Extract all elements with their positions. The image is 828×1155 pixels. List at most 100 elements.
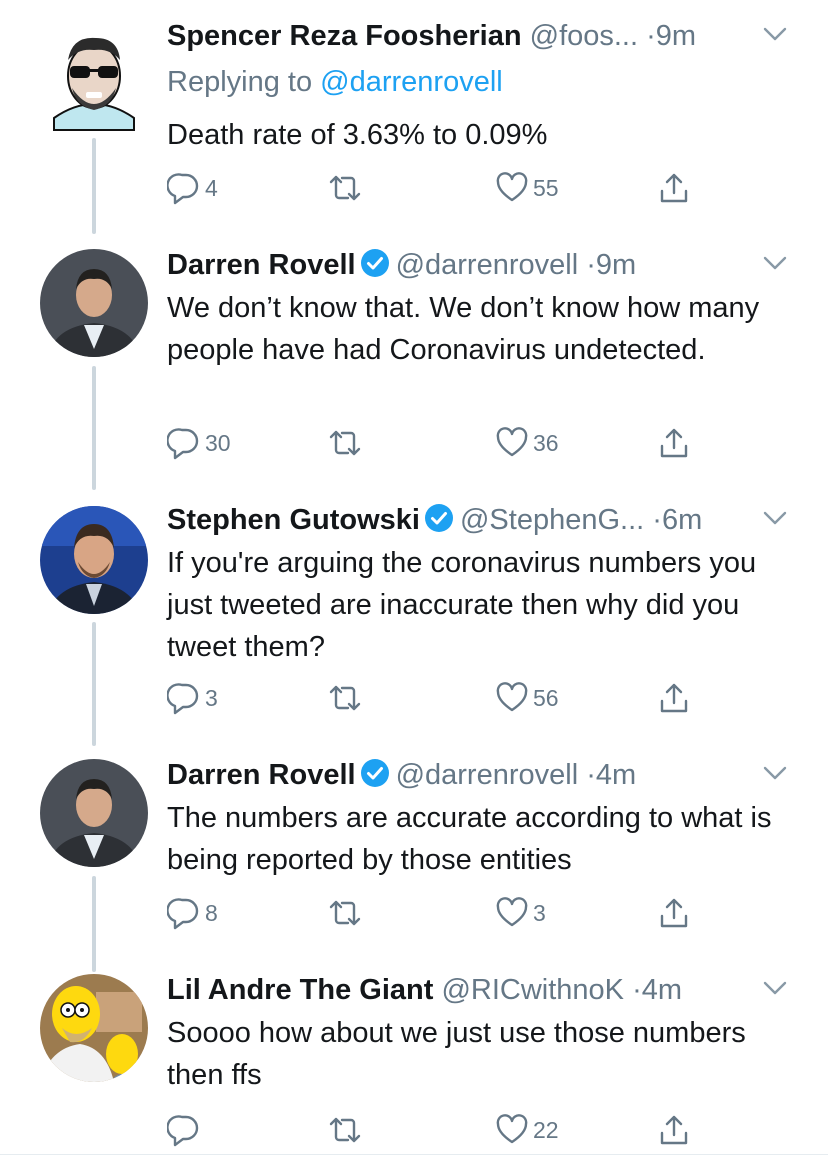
reply-button[interactable]: 8 <box>167 893 218 933</box>
reply-icon <box>167 683 199 715</box>
avatar-photo <box>40 506 148 614</box>
share-icon <box>660 428 688 458</box>
tweet-text: Soooo how about we just use those number… <box>167 1017 746 1091</box>
reply-button[interactable]: 4 <box>167 168 218 208</box>
reply-button[interactable]: 3 <box>167 678 218 718</box>
heart-icon <box>496 427 528 457</box>
tweet[interactable]: Stephen Gutowski @StephenG... ·6m If you'… <box>0 500 828 756</box>
reply-icon <box>167 1115 199 1147</box>
tweet-text: Death rate of 3.63% to 0.09% <box>167 119 548 151</box>
share-button[interactable] <box>657 1110 691 1150</box>
author-name[interactable]: Spencer Reza Foosherian <box>167 20 522 52</box>
like-button[interactable]: 3 <box>495 893 546 933</box>
avatar[interactable] <box>40 249 148 357</box>
author-name[interactable]: Darren Rovell <box>167 249 356 281</box>
retweet-button[interactable] <box>327 423 367 463</box>
retweet-icon <box>329 1117 361 1143</box>
like-count: 36 <box>533 429 559 456</box>
tweet-actions: 30 36 <box>167 423 707 463</box>
share-button[interactable] <box>657 893 691 933</box>
share-icon <box>660 1115 688 1145</box>
tweet-text: We don’t know that. We don’t know how ma… <box>167 292 760 366</box>
tweet-header: Darren Rovell @darrenrovell ·9m <box>167 245 777 285</box>
like-button[interactable]: 36 <box>495 423 559 463</box>
retweet-button[interactable] <box>327 168 367 208</box>
avatar-cartoon-image <box>40 974 148 1082</box>
replying-to-link[interactable]: @darrenrovell <box>320 66 503 98</box>
like-count: 56 <box>533 684 559 711</box>
like-count: 3 <box>533 899 546 926</box>
avatar-cartoon-image <box>53 37 135 131</box>
reply-count: 3 <box>205 684 218 711</box>
like-button[interactable]: 56 <box>495 678 559 718</box>
tweet-actions: 3 56 <box>167 678 707 718</box>
like-button[interactable]: 22 <box>495 1110 559 1150</box>
share-icon <box>660 173 688 203</box>
share-button[interactable] <box>657 423 691 463</box>
tweet[interactable]: Darren Rovell @darrenrovell ·9m We don’t … <box>0 245 828 501</box>
timestamp[interactable]: 6m <box>662 504 702 536</box>
verified-badge-icon <box>360 248 390 289</box>
heart-icon <box>496 682 528 712</box>
like-count: 22 <box>533 1116 559 1143</box>
reply-count: 4 <box>205 174 218 201</box>
avatar[interactable] <box>40 506 148 614</box>
author-name[interactable]: Darren Rovell <box>167 759 356 791</box>
tweet-actions: 4 55 <box>167 168 707 208</box>
author-handle[interactable]: @darrenrovell <box>396 249 579 281</box>
chevron-down-icon[interactable] <box>762 980 788 1001</box>
author-handle[interactable]: @darrenrovell <box>396 759 579 791</box>
timestamp[interactable]: 9m <box>596 249 636 281</box>
separator-dot: · <box>586 249 596 281</box>
timestamp[interactable]: 4m <box>596 759 636 791</box>
retweet-icon <box>329 900 361 926</box>
avatar[interactable] <box>40 759 148 867</box>
retweet-button[interactable] <box>327 893 367 933</box>
replying-to-label: Replying to <box>167 66 321 98</box>
chevron-down-icon[interactable] <box>762 26 788 47</box>
avatar-photo <box>40 759 148 867</box>
tweet[interactable]: Spencer Reza Foosherian @foos... ·9m Rep… <box>0 0 828 245</box>
retweet-button[interactable] <box>327 678 367 718</box>
avatar[interactable] <box>40 974 148 1082</box>
retweet-icon <box>329 175 361 201</box>
chevron-down-icon[interactable] <box>762 510 788 531</box>
tweet[interactable]: Lil Andre The Giant @RICwithnoK ·4m Sooo… <box>0 970 828 1155</box>
reply-count: 8 <box>205 899 218 926</box>
share-button[interactable] <box>657 168 691 208</box>
replying-to: Replying to @darrenrovell <box>167 62 503 102</box>
timestamp[interactable]: 9m <box>656 20 696 52</box>
tweet-header: Spencer Reza Foosherian @foos... ·9m <box>167 16 777 56</box>
share-button[interactable] <box>657 678 691 718</box>
tweet-actions: 8 3 <box>167 893 707 933</box>
tweet-header: Darren Rovell @darrenrovell ·4m <box>167 755 777 795</box>
separator-dot: · <box>652 504 662 536</box>
chevron-down-icon[interactable] <box>762 255 788 276</box>
retweet-icon <box>329 430 361 456</box>
verified-badge-icon <box>424 503 454 544</box>
reply-button[interactable]: 30 <box>167 423 231 463</box>
retweet-icon <box>329 685 361 711</box>
tweet-text: The numbers are accurate according to wh… <box>167 802 772 876</box>
heart-icon <box>496 897 528 927</box>
avatar[interactable] <box>40 26 148 134</box>
like-button[interactable]: 55 <box>495 168 559 208</box>
author-handle[interactable]: @StephenG... <box>460 504 644 536</box>
reply-icon <box>167 898 199 930</box>
timestamp[interactable]: 4m <box>642 974 682 1006</box>
share-icon <box>660 898 688 928</box>
chevron-down-icon[interactable] <box>762 765 788 786</box>
tweet[interactable]: Darren Rovell @darrenrovell ·4m The numbe… <box>0 755 828 970</box>
reply-count: 30 <box>205 429 231 456</box>
tweet-header: Lil Andre The Giant @RICwithnoK ·4m <box>167 970 777 1010</box>
author-name[interactable]: Stephen Gutowski <box>167 504 420 536</box>
author-handle[interactable]: @RICwithnoK <box>441 974 624 1006</box>
separator-dot: · <box>646 20 656 52</box>
retweet-button[interactable] <box>327 1110 367 1150</box>
verified-badge-icon <box>360 758 390 799</box>
heart-icon <box>496 172 528 202</box>
share-icon <box>660 683 688 713</box>
author-handle[interactable]: @foos... <box>530 20 638 52</box>
author-name[interactable]: Lil Andre The Giant <box>167 974 433 1006</box>
reply-button[interactable] <box>167 1110 205 1150</box>
